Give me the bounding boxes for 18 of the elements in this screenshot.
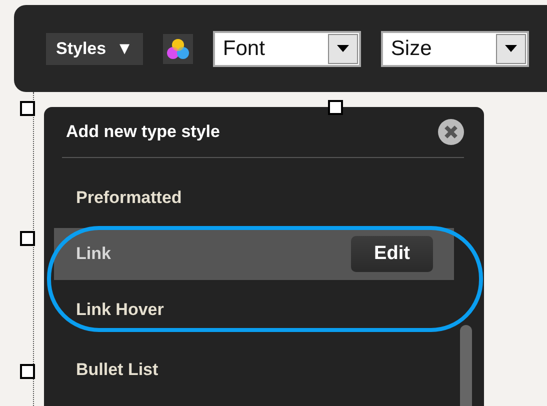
style-list-item[interactable]: Link Edit (54, 228, 454, 280)
scrollbar-thumb[interactable] (460, 325, 472, 406)
popup-title: Add new type style (66, 122, 220, 142)
resize-handle[interactable] (20, 364, 35, 379)
close-icon[interactable] (438, 119, 464, 145)
resize-handle[interactable] (20, 231, 35, 246)
style-list-item[interactable]: Bullet List (54, 340, 454, 400)
style-list-item[interactable]: Link Hover (54, 280, 454, 340)
resize-handle[interactable] (20, 101, 35, 116)
font-select[interactable]: Font (212, 30, 361, 66)
styles-button[interactable]: Styles ▼ (46, 32, 143, 64)
style-list-item[interactable]: Preformatted (54, 168, 454, 228)
resize-handle[interactable] (328, 100, 343, 115)
caret-icon (336, 45, 349, 52)
color-palette-button[interactable] (162, 34, 193, 64)
edit-button[interactable]: Edit (350, 235, 434, 273)
size-select[interactable]: Size (380, 30, 529, 66)
caret-icon (504, 45, 517, 52)
